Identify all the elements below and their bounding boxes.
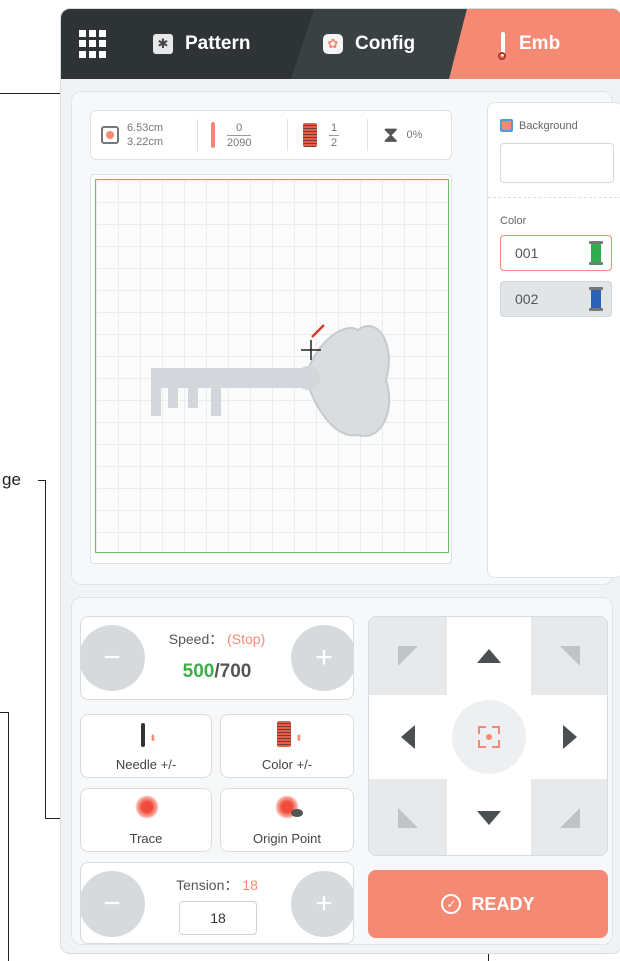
size-icon — [101, 126, 119, 144]
focus-target-icon — [452, 700, 526, 774]
needle-count-icon — [211, 122, 215, 148]
trace-button[interactable]: Trace — [80, 788, 212, 852]
needle-icon — [141, 723, 145, 747]
side-panel: Background Color 001 002 — [487, 102, 620, 578]
thread-spool-icon — [303, 123, 317, 147]
background-icon — [500, 119, 513, 132]
needle-button[interactable]: ⬍ Needle +/- — [80, 714, 212, 778]
arrow-right-icon — [563, 725, 577, 749]
size-info: 6.53cm 3.22cm — [101, 111, 163, 159]
pattern-width: 6.53cm — [127, 122, 164, 134]
arrow-down-icon — [477, 811, 501, 825]
speed-state: (Stop) — [227, 631, 266, 647]
move-up-right-button[interactable] — [531, 617, 607, 695]
tension-value: 18 — [242, 877, 258, 893]
hoop-boundary — [95, 179, 449, 553]
ready-button[interactable]: ✓ READY — [368, 870, 608, 938]
origin-point-label: Origin Point — [253, 831, 321, 846]
control-panel: − Speed： (Stop) 500/700 + ⬍ Needle +/- ⬍… — [71, 597, 613, 945]
stitch-current: 0 — [236, 121, 243, 134]
green-spool-icon — [589, 241, 603, 265]
color-updown-icon: ⬍ — [295, 733, 303, 743]
move-up-left-button[interactable] — [369, 617, 447, 695]
pattern-canvas[interactable] — [90, 174, 452, 564]
speed-plus-button[interactable]: + — [291, 625, 353, 691]
trace-label: Trace — [129, 831, 163, 846]
config-icon: ✿ — [323, 34, 343, 54]
origin-point-button[interactable]: Origin Point — [220, 788, 354, 852]
key-pattern — [151, 324, 391, 437]
tension-input[interactable]: 18 — [179, 901, 257, 935]
arrow-down-left-icon — [398, 808, 418, 828]
tab-pattern-label: Pattern — [185, 33, 251, 54]
color-item-001[interactable]: 001 — [500, 235, 612, 271]
info-bar: 6.53cm 3.22cm 0 2090 1 2 ⧗ 0% — [90, 110, 452, 160]
thread-spool-icon — [277, 721, 291, 747]
color-code: 001 — [515, 245, 539, 261]
move-down-left-button[interactable] — [369, 779, 447, 855]
move-down-right-button[interactable] — [531, 779, 607, 855]
arrow-left-icon — [401, 725, 415, 749]
color-total: 2 — [330, 136, 338, 149]
annotation-line — [45, 480, 46, 818]
progress-value: 0% — [406, 129, 423, 141]
blue-spool-icon — [589, 287, 603, 311]
annotation-line — [0, 712, 8, 713]
device-panel: ✱ Pattern ✿ Config Emb 6.53cm 3.22cm 0 2… — [60, 8, 620, 954]
trace-icon — [135, 795, 159, 819]
background-label: Background — [519, 119, 578, 132]
center-origin-button[interactable] — [450, 698, 528, 776]
pattern-height: 3.22cm — [127, 136, 164, 148]
color-code: 002 — [515, 291, 539, 307]
speed-label: Speed： — [168, 631, 224, 647]
arrow-up-right-icon — [560, 646, 580, 666]
tab-pattern[interactable]: ✱ Pattern — [131, 9, 303, 79]
embroidery-area: 6.53cm 3.22cm 0 2090 1 2 ⧗ 0% Background… — [71, 91, 620, 585]
direction-pad — [368, 616, 608, 856]
background-selector[interactable] — [500, 143, 614, 183]
hourglass-icon: ⧗ — [383, 122, 399, 147]
needle-label: Needle +/- — [115, 757, 177, 772]
move-down-button[interactable] — [450, 779, 528, 855]
needle-updown-icon: ⬍ — [149, 733, 157, 743]
arrow-down-right-icon — [560, 808, 580, 828]
tab-emb[interactable]: Emb — [449, 9, 620, 79]
arrow-up-icon — [477, 649, 501, 663]
ready-label: READY — [471, 893, 535, 914]
needle-icon — [498, 32, 506, 60]
arrow-up-left-icon — [398, 646, 418, 666]
stitch-info: 0 2090 — [211, 111, 252, 159]
color-label: Color +/- — [261, 757, 313, 772]
tab-config-label: Config — [355, 33, 416, 54]
stitch-total: 2090 — [227, 136, 252, 149]
speed-value: 500 — [182, 661, 215, 682]
pattern-icon: ✱ — [153, 34, 173, 54]
tension-control: − Tension： 18 18 + — [80, 862, 354, 944]
color-label: Color — [500, 215, 527, 227]
move-up-button[interactable] — [450, 617, 528, 695]
speed-control: − Speed： (Stop) 500/700 + — [80, 616, 354, 700]
speed-max: 700 — [219, 661, 252, 682]
tension-plus-button[interactable]: + — [291, 871, 353, 937]
color-button[interactable]: ⬍ Color +/- — [220, 714, 354, 778]
annotation-label: ge — [2, 470, 21, 489]
eye-icon — [291, 809, 303, 817]
check-circle-icon: ✓ — [441, 894, 462, 914]
progress-info: ⧗ 0% — [383, 111, 422, 159]
top-nav-bar: ✱ Pattern ✿ Config Emb — [61, 9, 620, 79]
grid-menu-icon[interactable] — [79, 30, 107, 58]
color-current: 1 — [330, 121, 338, 134]
annotation-line — [8, 712, 9, 961]
background-label-row: Background — [500, 119, 578, 132]
move-right-button[interactable] — [531, 698, 607, 776]
color-item-002[interactable]: 002 — [500, 281, 612, 317]
move-left-button[interactable] — [369, 698, 447, 776]
color-info: 1 2 — [303, 111, 339, 159]
tension-label: Tension： — [176, 877, 239, 893]
tab-emb-label: Emb — [519, 33, 561, 54]
